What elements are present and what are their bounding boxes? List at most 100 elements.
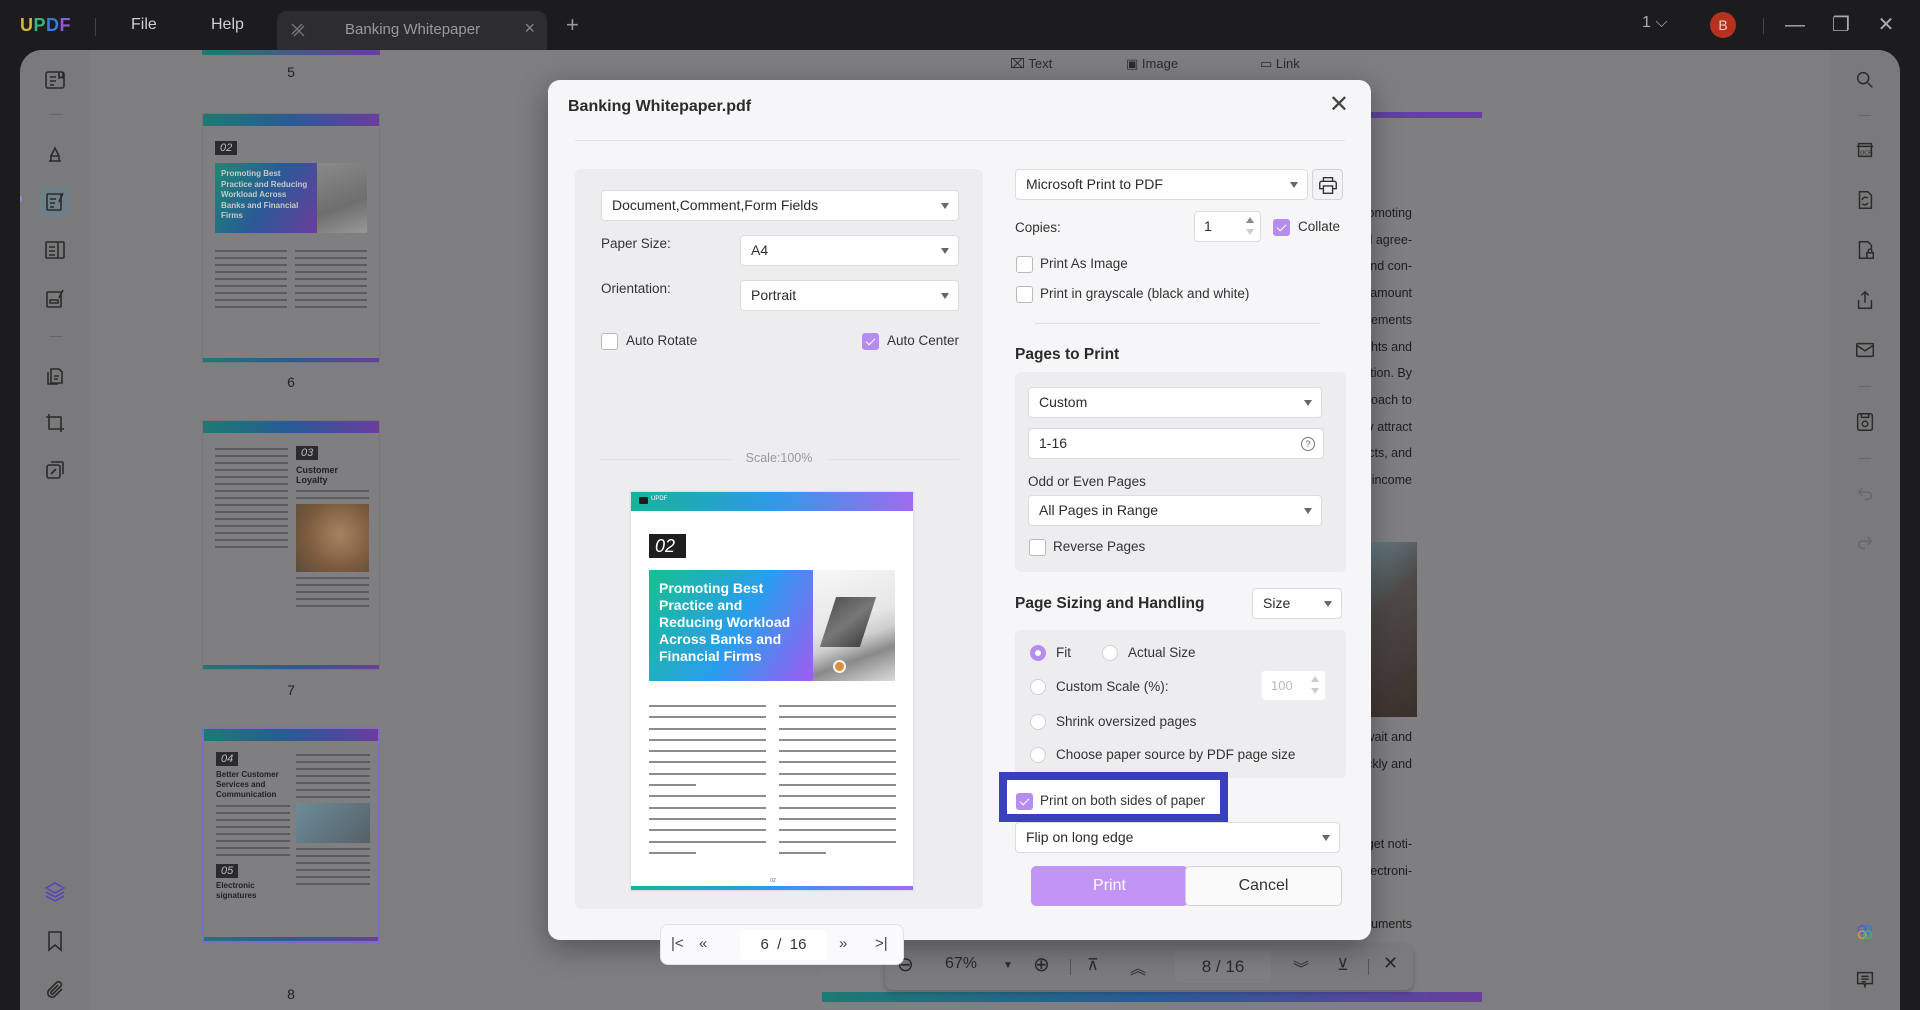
ai-assistant-icon[interactable] bbox=[1850, 917, 1880, 947]
layers-icon[interactable] bbox=[40, 876, 70, 906]
reader-icon[interactable] bbox=[40, 65, 70, 95]
last-page-button[interactable]: >| bbox=[875, 935, 888, 952]
print-content-select[interactable]: Document,Comment,Form Fields bbox=[601, 190, 959, 221]
increment-icon[interactable] bbox=[1246, 217, 1254, 223]
attachment-icon[interactable] bbox=[40, 975, 70, 1005]
orientation-select[interactable]: Portrait bbox=[740, 280, 959, 311]
save-icon[interactable] bbox=[1850, 407, 1880, 437]
restore-button[interactable]: ❐ bbox=[1826, 10, 1856, 40]
help-icon[interactable]: ? bbox=[1301, 437, 1315, 451]
actual-size-radio[interactable] bbox=[1102, 645, 1118, 661]
duplex-mode-select[interactable]: Flip on long edge bbox=[1015, 822, 1340, 853]
auto-center-checkbox[interactable] bbox=[862, 333, 879, 350]
close-window-button[interactable]: ✕ bbox=[1871, 10, 1901, 40]
ocr-icon[interactable]: OCR bbox=[1850, 135, 1880, 165]
edit-pdf-icon[interactable] bbox=[40, 187, 70, 217]
form-icon[interactable] bbox=[40, 284, 70, 314]
svg-text:OCR: OCR bbox=[1860, 151, 1872, 157]
paper-source-radio[interactable] bbox=[1030, 747, 1046, 763]
watermark-icon[interactable] bbox=[40, 455, 70, 485]
page-range-select[interactable]: Custom bbox=[1028, 387, 1322, 418]
protect-icon[interactable] bbox=[1850, 235, 1880, 265]
paper-size-select[interactable]: A4 bbox=[740, 235, 959, 266]
highlighter-icon[interactable] bbox=[40, 138, 70, 168]
thumbnail-header bbox=[203, 114, 379, 126]
dialog-title: Banking Whitepaper.pdf bbox=[568, 98, 752, 115]
printer-select[interactable]: Microsoft Print to PDF bbox=[1015, 169, 1308, 200]
thumbnail-number: 6 bbox=[287, 374, 295, 390]
undo-icon[interactable] bbox=[1850, 478, 1880, 508]
increment-icon[interactable] bbox=[1311, 676, 1319, 682]
rail-divider bbox=[50, 336, 62, 337]
pages-icon[interactable] bbox=[40, 360, 70, 390]
redo-icon[interactable] bbox=[1850, 527, 1880, 557]
last-page-icon[interactable]: ⊻ bbox=[1337, 955, 1349, 975]
preview-header-bar bbox=[631, 492, 913, 511]
print-as-image-checkbox[interactable] bbox=[1016, 256, 1033, 273]
crop-icon[interactable] bbox=[40, 408, 70, 438]
collate-label: Collate bbox=[1298, 219, 1341, 234]
share-icon[interactable] bbox=[1850, 285, 1880, 315]
bookmark-icon[interactable] bbox=[40, 926, 70, 956]
organize-icon[interactable] bbox=[40, 235, 70, 265]
print-button[interactable]: Print bbox=[1031, 866, 1188, 906]
previous-page-button[interactable]: « bbox=[699, 935, 707, 952]
page-separator: / bbox=[777, 936, 782, 953]
thumbnail-page-6[interactable]: 02 Promoting Best Practice and Reducing … bbox=[202, 113, 380, 363]
sizing-mode-select[interactable]: Size bbox=[1252, 588, 1342, 619]
document-tab[interactable]: Banking Whitepaper × bbox=[277, 11, 547, 50]
preview-hero-title: Promoting Best Practice and Reducing Wor… bbox=[649, 570, 813, 681]
custom-scale-value: 100 bbox=[1271, 678, 1293, 693]
auto-rotate-checkbox[interactable] bbox=[601, 333, 618, 350]
rail-divider bbox=[1859, 115, 1871, 116]
grayscale-checkbox[interactable] bbox=[1016, 286, 1033, 303]
collate-checkbox[interactable] bbox=[1273, 219, 1290, 236]
thumbnail-page-7[interactable]: 03 Customer Loyalty bbox=[202, 420, 380, 670]
convert-icon[interactable] bbox=[1850, 185, 1880, 215]
orientation-label: Orientation: bbox=[601, 281, 671, 296]
custom-scale-input[interactable]: 100 bbox=[1261, 670, 1326, 701]
next-page-button[interactable]: » bbox=[839, 935, 847, 952]
chevron-down-icon: ⌵ bbox=[1655, 14, 1668, 31]
zoom-in-icon[interactable]: ⊕ bbox=[1033, 952, 1050, 977]
tool-link[interactable]: ▭ Link bbox=[1260, 56, 1300, 72]
cancel-button[interactable]: Cancel bbox=[1185, 866, 1342, 906]
fit-radio[interactable] bbox=[1030, 645, 1046, 661]
shrink-oversized-radio[interactable] bbox=[1030, 714, 1046, 730]
dialog-close-icon[interactable]: ✕ bbox=[1329, 93, 1349, 117]
menu-help[interactable]: Help bbox=[211, 16, 244, 34]
printer-properties-button[interactable] bbox=[1312, 169, 1343, 200]
search-icon[interactable] bbox=[1850, 65, 1880, 95]
page-range-input[interactable]: 1-16? bbox=[1028, 428, 1324, 459]
close-toolbar-icon[interactable]: ✕ bbox=[1383, 953, 1398, 974]
print-dialog: Banking Whitepaper.pdf ✕ Document,Commen… bbox=[548, 80, 1371, 965]
previous-page-icon[interactable]: ︽ bbox=[1130, 955, 1146, 979]
menu-file[interactable]: File bbox=[131, 16, 157, 34]
tool-text[interactable]: ⌧ Text bbox=[1010, 56, 1052, 72]
thumbnail-page-8[interactable]: 04 Better Customer Services and Communic… bbox=[202, 727, 380, 943]
user-avatar[interactable]: B bbox=[1710, 12, 1736, 38]
tool-image[interactable]: ▣ Image bbox=[1126, 56, 1178, 72]
page-number-input[interactable]: 8 / 16 bbox=[1175, 951, 1271, 983]
page-count-dropdown[interactable]: 1 ⌵ bbox=[1642, 14, 1668, 32]
reverse-pages-checkbox[interactable] bbox=[1029, 539, 1046, 556]
email-icon[interactable] bbox=[1850, 335, 1880, 365]
first-page-button[interactable]: |< bbox=[671, 935, 684, 952]
comment-icon[interactable] bbox=[1850, 965, 1880, 995]
logo-letter: U bbox=[20, 15, 34, 35]
zoom-level[interactable]: 67% bbox=[945, 955, 977, 973]
custom-scale-radio[interactable] bbox=[1030, 679, 1046, 695]
decrement-icon[interactable] bbox=[1246, 229, 1254, 235]
zoom-dropdown-icon[interactable]: ▼ bbox=[1003, 960, 1013, 971]
first-page-icon[interactable]: ⊼ bbox=[1087, 955, 1099, 975]
logo-letter: D bbox=[46, 15, 60, 35]
minimize-button[interactable]: — bbox=[1780, 10, 1810, 40]
preview-page-input[interactable]: 6 / 16 bbox=[740, 930, 827, 960]
decrement-icon[interactable] bbox=[1311, 688, 1319, 694]
copies-input[interactable]: 1 bbox=[1194, 211, 1261, 242]
next-page-icon[interactable]: ︾ bbox=[1293, 955, 1309, 979]
tab-close-icon[interactable]: × bbox=[524, 18, 535, 39]
new-tab-button[interactable]: + bbox=[566, 12, 579, 38]
page-sizing-title: Page Sizing and Handling bbox=[1015, 595, 1205, 612]
odd-even-select[interactable]: All Pages in Range bbox=[1028, 495, 1322, 526]
